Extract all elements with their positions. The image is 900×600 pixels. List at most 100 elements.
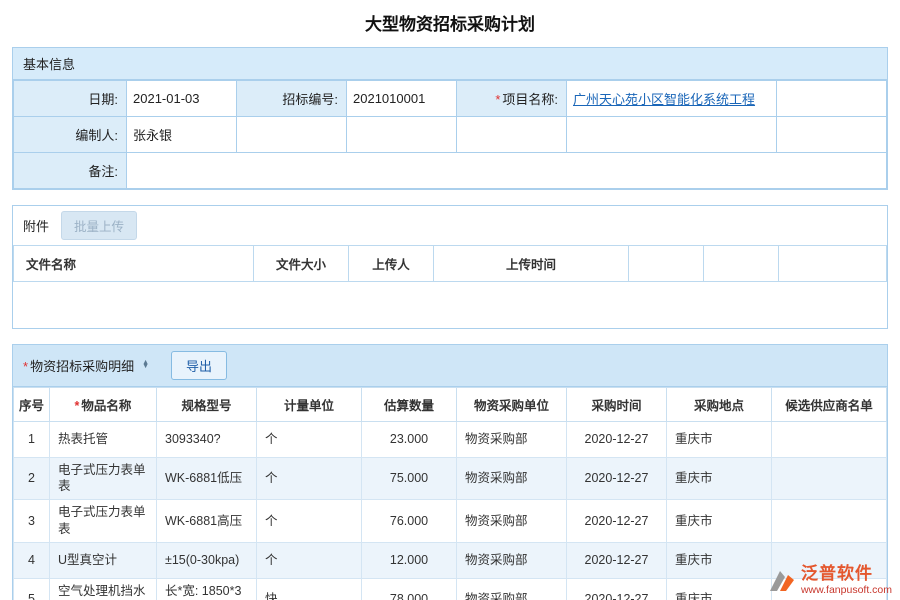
col-qty: 估算数量 — [362, 387, 457, 421]
cell-suppliers — [772, 421, 887, 457]
fanpu-brand: 泛普软件 — [801, 565, 873, 584]
cell-dept: 物资采购部 — [457, 543, 567, 579]
basic-info-section: 基本信息 日期: 2021-01-03 招标编号: 2021010001 *项目… — [12, 47, 888, 190]
cell-spec: 长*宽: 1850*360 mm — [157, 579, 257, 600]
cell-date: 2020-12-27 — [567, 579, 667, 600]
fanpu-logo-text: 泛普软件 www.fanpusoft.com — [801, 565, 892, 596]
cell-qty: 76.000 — [362, 500, 457, 543]
fanpu-url: www.fanpusoft.com — [801, 584, 892, 596]
empty-cell — [777, 117, 887, 153]
empty-cell — [347, 117, 457, 153]
attachments-empty-body — [14, 282, 887, 328]
cell-place: 重庆市 — [667, 457, 772, 500]
basic-info-table: 日期: 2021-01-03 招标编号: 2021010001 *项目名称: 广… — [13, 80, 887, 189]
cell-unit: 个 — [257, 500, 362, 543]
required-asterisk: * — [75, 399, 80, 413]
attach-col-empty — [704, 246, 779, 282]
col-spec: 规格型号 — [157, 387, 257, 421]
cell-place: 重庆市 — [667, 543, 772, 579]
remark-label: 备注: — [14, 153, 127, 189]
cell-qty: 75.000 — [362, 457, 457, 500]
cell-unit: 个 — [257, 543, 362, 579]
cell-name: 电子式压力表单表 — [50, 457, 157, 500]
cell-date: 2020-12-27 — [567, 543, 667, 579]
col-seq: 序号 — [14, 387, 50, 421]
cell-seq: 2 — [14, 457, 50, 500]
cell-seq: 5 — [14, 579, 50, 600]
cell-dept: 物资采购部 — [457, 500, 567, 543]
attach-col-empty — [629, 246, 704, 282]
export-button[interactable]: 导出 — [171, 351, 227, 380]
detail-section: *物资招标采购明细 ▲ ▼ 导出 序号 *物品名称 规格型号 计量单位 估算数量… — [12, 344, 888, 600]
cell-date: 2020-12-27 — [567, 500, 667, 543]
cell-name: 空气处理机挡水板 — [50, 579, 157, 600]
cell-qty: 12.000 — [362, 543, 457, 579]
cell-unit: 快 — [257, 579, 362, 600]
detail-header-bar: *物资招标采购明细 ▲ ▼ 导出 — [13, 345, 887, 387]
bid-number-value: 2021010001 — [347, 81, 457, 117]
detail-title: *物资招标采购明细 — [23, 356, 134, 375]
creator-value: 张永银 — [127, 117, 237, 153]
col-unit: 计量单位 — [257, 387, 362, 421]
table-row: 4 U型真空计 ±15(0-30kpa) 个 12.000 物资采购部 2020… — [14, 543, 887, 579]
attachments-section: 附件 批量上传 文件名称 文件大小 上传人 上传时间 — [12, 205, 888, 329]
cell-name: U型真空计 — [50, 543, 157, 579]
attachments-table: 文件名称 文件大小 上传人 上传时间 — [13, 245, 887, 328]
project-label: *项目名称: — [457, 81, 567, 117]
sort-icon[interactable]: ▲ ▼ — [142, 361, 149, 369]
cell-suppliers — [772, 457, 887, 500]
empty-cell — [567, 117, 777, 153]
cell-spec: WK-6881低压 — [157, 457, 257, 500]
cell-spec: ±15(0-30kpa) — [157, 543, 257, 579]
col-dept: 物资采购单位 — [457, 387, 567, 421]
basic-info-header: 基本信息 — [13, 48, 887, 80]
table-row: 1 热表托管 3093340? 个 23.000 物资采购部 2020-12-2… — [14, 421, 887, 457]
cell-qty: 23.000 — [362, 421, 457, 457]
date-label: 日期: — [14, 81, 127, 117]
cell-spec: 3093340? — [157, 421, 257, 457]
cell-qty: 78.000 — [362, 579, 457, 600]
table-row: 5 空气处理机挡水板 长*宽: 1850*360 mm 快 78.000 物资采… — [14, 579, 887, 600]
empty-cell — [237, 117, 347, 153]
cell-unit: 个 — [257, 421, 362, 457]
attachments-header: 附件 批量上传 — [13, 206, 887, 245]
cell-place: 重庆市 — [667, 421, 772, 457]
fanpu-logo-icon — [767, 568, 797, 594]
cell-name: 热表托管 — [50, 421, 157, 457]
bid-number-label: 招标编号: — [237, 81, 347, 117]
batch-upload-button[interactable]: 批量上传 — [61, 211, 137, 240]
project-value-cell: 广州天心苑小区智能化系统工程 — [567, 81, 777, 117]
cell-date: 2020-12-27 — [567, 421, 667, 457]
fanpu-watermark: 泛普软件 www.fanpusoft.com — [767, 565, 892, 596]
attach-col-uploadtime: 上传时间 — [434, 246, 629, 282]
remark-value — [127, 153, 887, 189]
page-title: 大型物资招标采购计划 — [0, 0, 900, 47]
col-place: 采购地点 — [667, 387, 772, 421]
col-suppliers: 候选供应商名单 — [772, 387, 887, 421]
cell-place: 重庆市 — [667, 500, 772, 543]
cell-dept: 物资采购部 — [457, 579, 567, 600]
attach-col-uploader: 上传人 — [349, 246, 434, 282]
empty-cell — [777, 81, 887, 117]
required-asterisk: * — [495, 92, 500, 107]
cell-seq: 4 — [14, 543, 50, 579]
attachments-title: 附件 — [23, 216, 49, 235]
cell-spec: WK-6881高压 — [157, 500, 257, 543]
cell-unit: 个 — [257, 457, 362, 500]
col-item-name: *物品名称 — [50, 387, 157, 421]
detail-table: 序号 *物品名称 规格型号 计量单位 估算数量 物资采购单位 采购时间 采购地点… — [13, 387, 887, 600]
attach-col-empty — [779, 246, 887, 282]
empty-cell — [457, 117, 567, 153]
date-value: 2021-01-03 — [127, 81, 237, 117]
cell-date: 2020-12-27 — [567, 457, 667, 500]
col-date: 采购时间 — [567, 387, 667, 421]
cell-suppliers — [772, 500, 887, 543]
project-link[interactable]: 广州天心苑小区智能化系统工程 — [573, 92, 755, 107]
cell-place: 重庆市 — [667, 579, 772, 600]
cell-seq: 1 — [14, 421, 50, 457]
required-asterisk: * — [23, 359, 28, 374]
cell-name: 电子式压力表单表 — [50, 500, 157, 543]
attach-col-filesize: 文件大小 — [254, 246, 349, 282]
cell-dept: 物资采购部 — [457, 421, 567, 457]
creator-label: 编制人: — [14, 117, 127, 153]
